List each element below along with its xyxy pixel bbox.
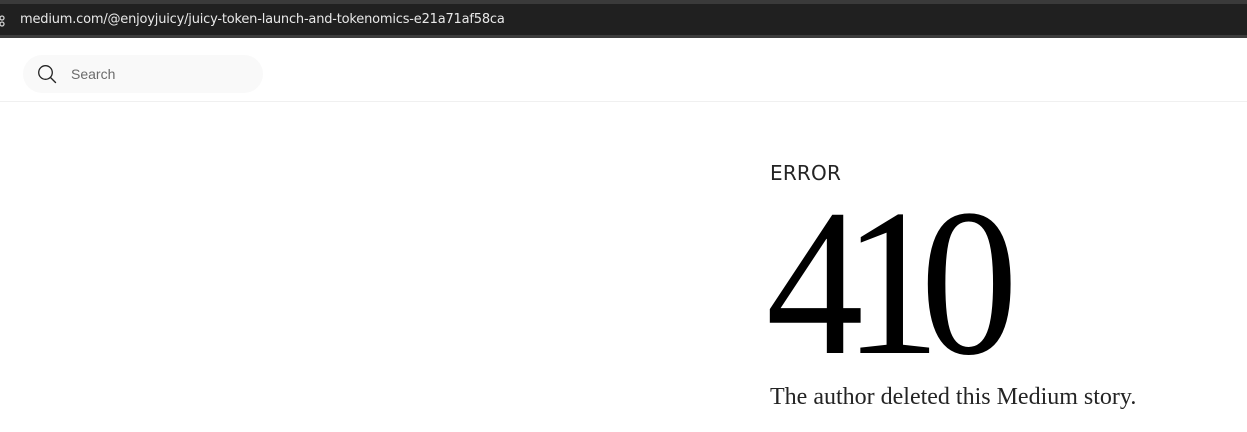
- search-box[interactable]: [23, 55, 263, 93]
- search-input[interactable]: [71, 55, 251, 93]
- site-header: [0, 41, 1247, 102]
- error-message: The author deleted this Medium story.: [770, 384, 1137, 410]
- browser-url-bar[interactable]: medium.com/@enjoyjuicy/juicy-token-launc…: [0, 4, 1247, 38]
- tune-icon[interactable]: [0, 15, 7, 27]
- search-icon[interactable]: [37, 64, 57, 84]
- url-text[interactable]: medium.com/@enjoyjuicy/juicy-token-launc…: [20, 12, 505, 27]
- error-code: 410: [766, 167, 1018, 399]
